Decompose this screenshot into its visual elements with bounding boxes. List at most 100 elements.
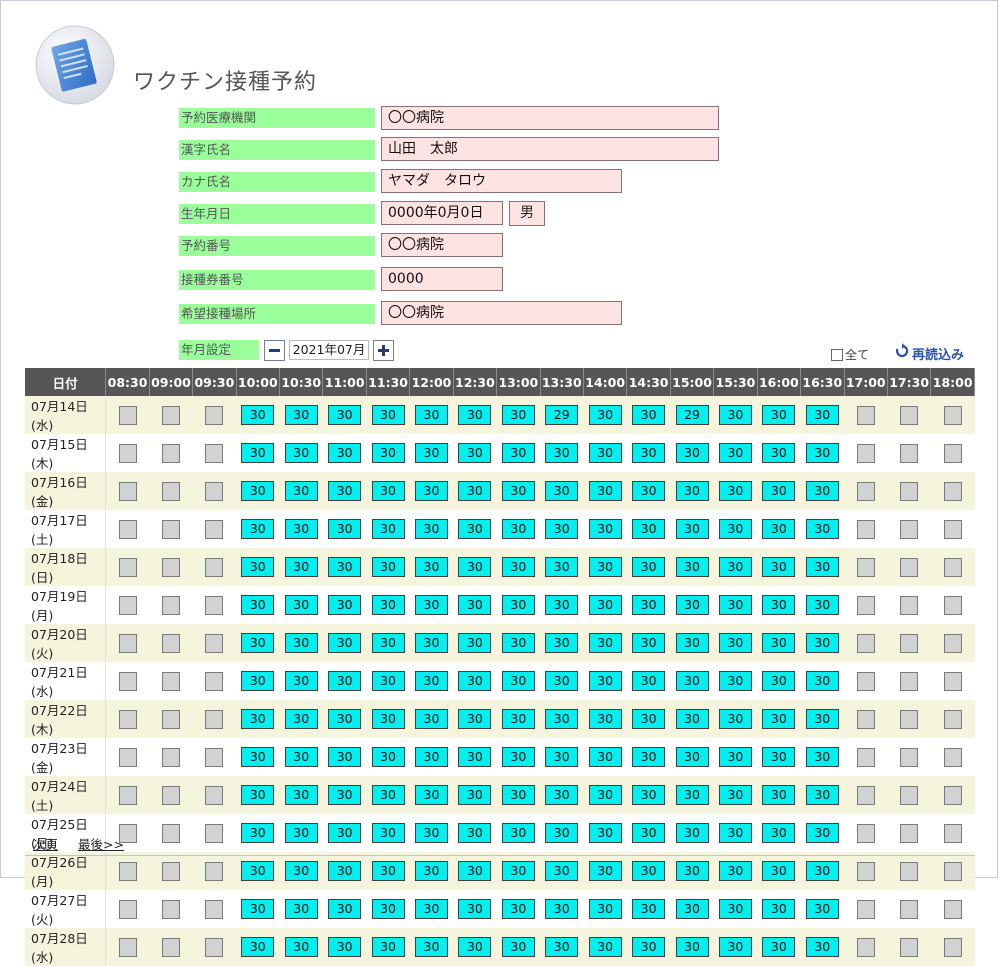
slot-available-button[interactable]: 30 [328, 557, 362, 578]
slot-available-button[interactable]: 30 [284, 405, 318, 426]
slot-available-button[interactable]: 30 [588, 481, 622, 502]
slot-unavailable-button[interactable] [118, 786, 137, 805]
slot-unavailable-button[interactable] [856, 482, 875, 501]
slot-available-button[interactable]: 30 [458, 747, 492, 768]
slot-available-button[interactable]: 30 [328, 443, 362, 464]
slot-available-button[interactable]: 30 [414, 557, 448, 578]
slot-available-button[interactable]: 30 [458, 557, 492, 578]
slot-unavailable-button[interactable] [161, 786, 180, 805]
slot-unavailable-button[interactable] [161, 900, 180, 919]
slot-available-button[interactable]: 30 [328, 481, 362, 502]
slot-unavailable-button[interactable] [205, 862, 224, 881]
slot-available-button[interactable]: 30 [675, 861, 709, 882]
slot-available-button[interactable]: 30 [501, 861, 535, 882]
last-page-link[interactable]: 最後>> [78, 837, 124, 852]
slot-available-button[interactable]: 30 [414, 481, 448, 502]
slot-available-button[interactable]: 30 [414, 595, 448, 616]
slot-available-button[interactable]: 30 [328, 671, 362, 692]
slot-available-button[interactable]: 30 [545, 481, 579, 502]
slot-available-button[interactable]: 30 [588, 861, 622, 882]
slot-unavailable-button[interactable] [900, 406, 919, 425]
slot-unavailable-button[interactable] [161, 596, 180, 615]
slot-unavailable-button[interactable] [943, 558, 962, 577]
slot-unavailable-button[interactable] [943, 824, 962, 843]
next-page-link[interactable]: 次頁 [33, 837, 58, 852]
slot-available-button[interactable]: 30 [675, 709, 709, 730]
slot-available-button[interactable]: 30 [718, 595, 752, 616]
slot-available-button[interactable]: 30 [588, 747, 622, 768]
slot-unavailable-button[interactable] [205, 900, 224, 919]
slot-available-button[interactable]: 30 [458, 481, 492, 502]
slot-available-button[interactable]: 30 [718, 443, 752, 464]
slot-available-button[interactable]: 30 [805, 709, 839, 730]
slot-available-button[interactable]: 30 [718, 861, 752, 882]
slot-unavailable-button[interactable] [900, 824, 919, 843]
slot-unavailable-button[interactable] [900, 558, 919, 577]
slot-available-button[interactable]: 30 [328, 405, 362, 426]
slot-available-button[interactable]: 30 [632, 747, 666, 768]
slot-available-button[interactable]: 30 [414, 671, 448, 692]
slot-unavailable-button[interactable] [900, 938, 919, 957]
slot-available-button[interactable]: 30 [675, 481, 709, 502]
slot-available-button[interactable]: 30 [805, 481, 839, 502]
slot-available-button[interactable]: 30 [241, 747, 275, 768]
slot-available-button[interactable]: 30 [371, 899, 405, 920]
slot-available-button[interactable]: 30 [588, 443, 622, 464]
slot-available-button[interactable]: 30 [414, 861, 448, 882]
slot-unavailable-button[interactable] [161, 748, 180, 767]
slot-unavailable-button[interactable] [943, 786, 962, 805]
slot-unavailable-button[interactable] [118, 444, 137, 463]
slot-unavailable-button[interactable] [118, 482, 137, 501]
slot-available-button[interactable]: 29 [675, 405, 709, 426]
slot-unavailable-button[interactable] [118, 596, 137, 615]
slot-available-button[interactable]: 30 [371, 481, 405, 502]
slot-unavailable-button[interactable] [205, 596, 224, 615]
slot-unavailable-button[interactable] [161, 520, 180, 539]
slot-unavailable-button[interactable] [205, 824, 224, 843]
slot-available-button[interactable]: 30 [632, 861, 666, 882]
institution-field[interactable]: 〇〇病院 [381, 106, 719, 130]
slot-available-button[interactable]: 30 [675, 595, 709, 616]
slot-available-button[interactable]: 30 [371, 405, 405, 426]
slot-available-button[interactable]: 30 [501, 899, 535, 920]
slot-available-button[interactable]: 30 [414, 823, 448, 844]
slot-available-button[interactable]: 30 [501, 747, 535, 768]
slot-available-button[interactable]: 30 [805, 861, 839, 882]
birthdate-field[interactable]: 0000年0月0日 [381, 201, 503, 225]
slot-unavailable-button[interactable] [205, 558, 224, 577]
slot-available-button[interactable]: 30 [371, 937, 405, 958]
slot-available-button[interactable]: 30 [718, 709, 752, 730]
slot-unavailable-button[interactable] [118, 520, 137, 539]
slot-available-button[interactable]: 30 [414, 405, 448, 426]
slot-available-button[interactable]: 30 [545, 861, 579, 882]
slot-available-button[interactable]: 30 [545, 633, 579, 654]
slot-available-button[interactable]: 30 [414, 937, 448, 958]
slot-unavailable-button[interactable] [205, 786, 224, 805]
slot-unavailable-button[interactable] [943, 900, 962, 919]
slot-available-button[interactable]: 30 [805, 405, 839, 426]
slot-available-button[interactable]: 30 [805, 633, 839, 654]
slot-unavailable-button[interactable] [943, 444, 962, 463]
slot-available-button[interactable]: 30 [762, 861, 796, 882]
slot-unavailable-button[interactable] [943, 862, 962, 881]
slot-available-button[interactable]: 30 [241, 405, 275, 426]
slot-available-button[interactable]: 30 [675, 633, 709, 654]
slot-unavailable-button[interactable] [856, 710, 875, 729]
slot-available-button[interactable]: 30 [241, 595, 275, 616]
slot-available-button[interactable]: 30 [675, 899, 709, 920]
slot-available-button[interactable]: 30 [284, 747, 318, 768]
slot-available-button[interactable]: 30 [284, 823, 318, 844]
slot-available-button[interactable]: 30 [458, 595, 492, 616]
slot-available-button[interactable]: 30 [414, 519, 448, 540]
name-kanji-field[interactable]: 山田 太郎 [381, 137, 719, 161]
slot-unavailable-button[interactable] [118, 938, 137, 957]
slot-available-button[interactable]: 30 [545, 899, 579, 920]
slot-available-button[interactable]: 30 [284, 557, 318, 578]
slot-unavailable-button[interactable] [161, 672, 180, 691]
slot-available-button[interactable]: 30 [501, 633, 535, 654]
slot-available-button[interactable]: 30 [458, 443, 492, 464]
slot-available-button[interactable]: 30 [762, 899, 796, 920]
slot-available-button[interactable]: 30 [718, 481, 752, 502]
slot-available-button[interactable]: 30 [458, 785, 492, 806]
slot-available-button[interactable]: 30 [632, 709, 666, 730]
